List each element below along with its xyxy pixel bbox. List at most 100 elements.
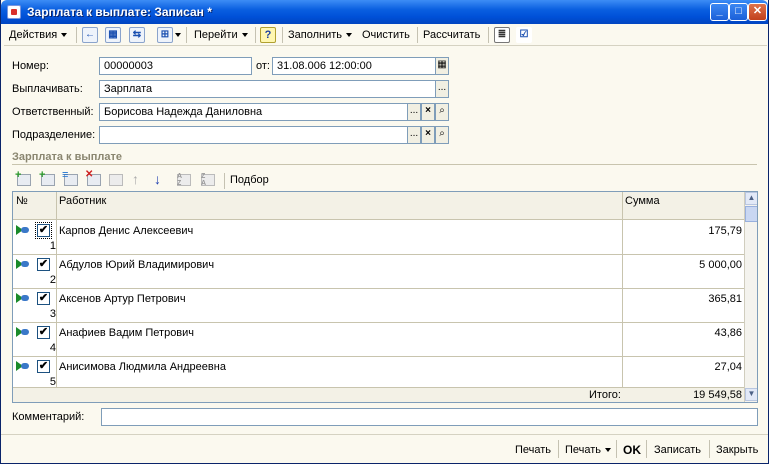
- row-number: 2: [49, 274, 56, 286]
- actions-menu-button[interactable]: Действия: [6, 26, 70, 44]
- toolbar-separator: [186, 27, 187, 43]
- row-sum[interactable]: 43,86: [625, 327, 742, 339]
- row-employee[interactable]: Карпов Денис Алексеевич: [59, 225, 193, 237]
- department-label: Подразделение:: [12, 129, 96, 141]
- row-sum[interactable]: 27,04: [625, 361, 742, 373]
- comment-label: Комментарий:: [12, 411, 85, 423]
- calculate-button[interactable]: Рассчитать: [420, 26, 483, 44]
- move-up-icon: ↑: [132, 171, 139, 187]
- scroll-thumb[interactable]: [745, 206, 757, 222]
- back-arrow-icon[interactable]: ←: [82, 27, 98, 43]
- end-edit-icon: [108, 172, 124, 188]
- employees-table: № Работник Сумма ✔ 1 Карпов Денис Алексе…: [12, 191, 758, 403]
- row-marker-icon: [21, 227, 29, 233]
- doc-structure-icon[interactable]: ▦: [105, 27, 121, 43]
- pick-button[interactable]: Подбор: [230, 172, 269, 189]
- row-marker-icon: [21, 363, 29, 369]
- toolbar-separator: [417, 27, 418, 43]
- row-sum[interactable]: 365,81: [625, 293, 742, 305]
- maximize-button[interactable]: □: [729, 3, 748, 21]
- copy-row-icon[interactable]: ≡: [62, 170, 79, 188]
- row-checkbox[interactable]: ✔: [37, 258, 50, 271]
- toolbar-separator: [76, 27, 77, 43]
- doc-movements-icon[interactable]: ⇆: [129, 27, 145, 43]
- department-field[interactable]: [99, 126, 408, 144]
- print-menu-button[interactable]: Печать: [565, 442, 611, 458]
- table-footer: Итого: 19 549,58: [13, 387, 744, 402]
- list-settings-icon[interactable]: ≣: [494, 27, 510, 43]
- row-sum[interactable]: 175,79: [625, 225, 742, 237]
- minimize-button[interactable]: _: [710, 3, 729, 21]
- ok-button[interactable]: OK: [623, 442, 641, 458]
- help-icon[interactable]: ?: [260, 27, 276, 43]
- total-value: 19 549,58: [693, 389, 742, 401]
- button-separator: [616, 440, 617, 458]
- responsible-clear-icon[interactable]: ×: [421, 103, 435, 121]
- save-button[interactable]: Записать: [654, 442, 701, 458]
- table-toolbar-separator: [224, 173, 225, 189]
- table-row[interactable]: ✔ 5 Анисимова Людмила Андреевна 27,04: [13, 357, 744, 388]
- table-row[interactable]: ✔ 4 Анафиев Вадим Петрович 43,86: [13, 323, 744, 357]
- pay-select-button[interactable]: ...: [435, 80, 449, 98]
- responsible-label: Ответственный:: [12, 106, 94, 118]
- row-employee[interactable]: Анисимова Людмила Андреевна: [59, 361, 226, 373]
- pay-field[interactable]: Зарплата: [99, 80, 436, 98]
- table-row[interactable]: ✔ 1 Карпов Денис Алексеевич 175,79: [13, 221, 744, 255]
- row-checkbox[interactable]: ✔: [37, 326, 50, 339]
- column-header-num[interactable]: №: [16, 195, 28, 207]
- vertical-scrollbar[interactable]: ▲ ▼: [744, 192, 757, 402]
- based-on-icon[interactable]: ⊞: [157, 27, 173, 43]
- row-sum[interactable]: 5 000,00: [625, 259, 742, 271]
- responsible-field[interactable]: Борисова Надежда Даниловна: [99, 103, 408, 121]
- row-number: 3: [49, 308, 56, 320]
- sort-asc-icon: AZ: [176, 172, 192, 188]
- responsible-select-button[interactable]: ...: [407, 103, 421, 121]
- table-section-title: Зарплата к выплате: [12, 151, 123, 163]
- row-checkbox[interactable]: ✔: [37, 292, 50, 305]
- responsible-open-icon[interactable]: ⌕: [435, 103, 449, 121]
- fill-menu-button[interactable]: Заполнить: [285, 26, 355, 44]
- based-on-dropdown-icon[interactable]: [175, 33, 181, 37]
- toolbar-separator: [282, 27, 283, 43]
- title-bar[interactable]: Зарплата к выплате: Записан * _ □ ✕: [1, 0, 768, 24]
- table-row[interactable]: ✔ 3 Аксенов Артур Петрович 365,81: [13, 289, 744, 323]
- calendar-icon[interactable]: ▦: [435, 57, 449, 75]
- move-down-icon[interactable]: ↓: [152, 171, 168, 188]
- number-field[interactable]: 00000003: [99, 57, 252, 75]
- goto-menu-button[interactable]: Перейти: [191, 26, 251, 44]
- row-checkbox[interactable]: ✔: [37, 360, 50, 373]
- column-header-employee[interactable]: Работник: [59, 195, 106, 207]
- department-select-button[interactable]: ...: [407, 126, 421, 144]
- close-button[interactable]: Закрыть: [716, 442, 758, 458]
- delete-row-icon[interactable]: ✕: [85, 170, 102, 188]
- column-header-sum[interactable]: Сумма: [625, 195, 660, 207]
- table-header: № Работник Сумма: [13, 192, 744, 220]
- number-label: Номер:: [12, 60, 49, 72]
- table-row[interactable]: ✔ 2 Абдулов Юрий Владимирович 5 000,00: [13, 255, 744, 289]
- add-row-icon[interactable]: +: [15, 170, 32, 188]
- clear-button[interactable]: Очистить: [359, 26, 413, 44]
- print-button[interactable]: Печать: [515, 442, 551, 458]
- scroll-down-icon[interactable]: ▼: [745, 388, 757, 401]
- main-toolbar: Действия ← ▦ ⇆ ⊞ Перейти ? Заполнить Очи…: [4, 24, 767, 46]
- row-checkbox[interactable]: ✔: [35, 222, 52, 239]
- row-employee[interactable]: Анафиев Вадим Петрович: [59, 327, 194, 339]
- add-child-row-icon[interactable]: +: [39, 170, 56, 188]
- comment-field[interactable]: [101, 408, 758, 426]
- department-clear-icon[interactable]: ×: [421, 126, 435, 144]
- date-field[interactable]: 31.08.006 12:00:00: [272, 57, 436, 75]
- close-window-button[interactable]: ✕: [748, 3, 767, 21]
- department-open-icon[interactable]: ⌕: [435, 126, 449, 144]
- row-employee[interactable]: Абдулов Юрий Владимирович: [59, 259, 214, 271]
- row-marker-icon: [21, 295, 29, 301]
- checklist-icon[interactable]: ☑: [516, 27, 532, 43]
- scroll-up-icon[interactable]: ▲: [745, 192, 757, 205]
- row-employee[interactable]: Аксенов Артур Петрович: [59, 293, 186, 305]
- row-number: 4: [49, 342, 56, 354]
- sort-desc-icon: ZA: [200, 172, 216, 188]
- button-separator: [558, 440, 559, 458]
- window-title: Зарплата к выплате: Записан *: [27, 5, 212, 19]
- app-icon: [7, 5, 21, 19]
- document-window: Зарплата к выплате: Записан * _ □ ✕ Дейс…: [0, 0, 769, 464]
- section-divider: [12, 164, 757, 165]
